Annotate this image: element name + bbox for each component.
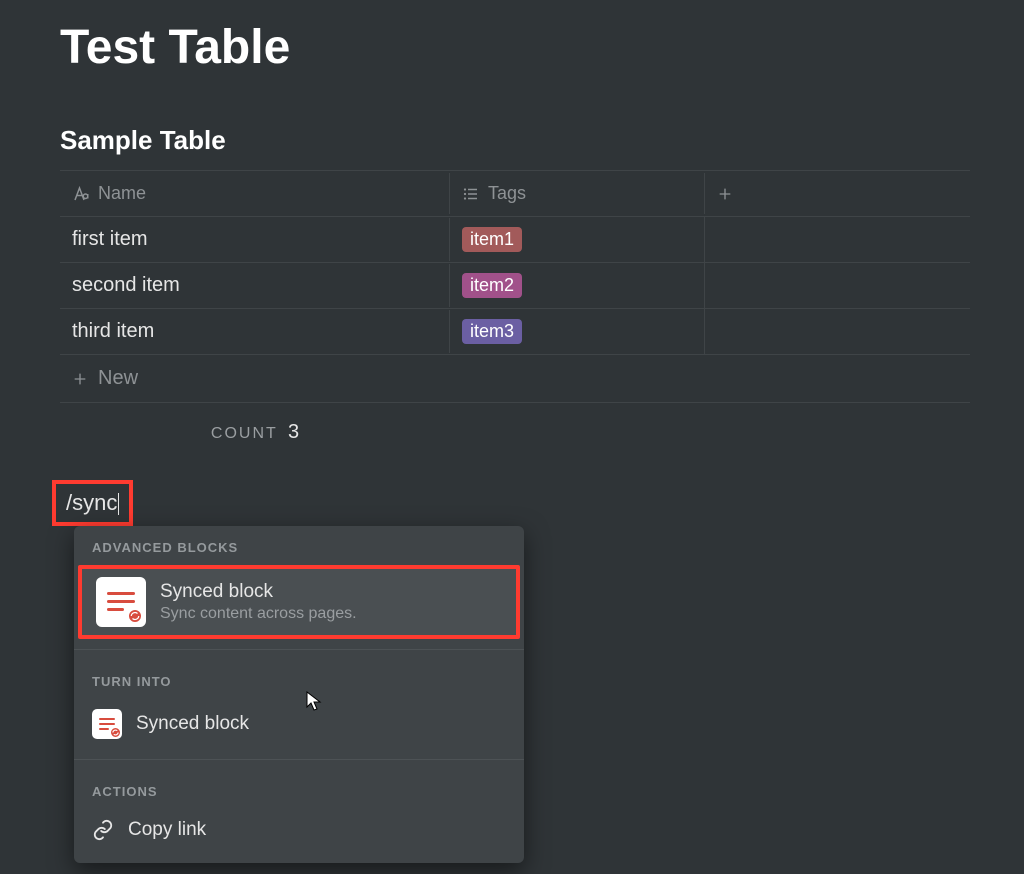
text-caret [118, 493, 119, 515]
popup-item-turn-into-synced-block[interactable]: Synced block [74, 699, 524, 749]
slash-command-popup: ADVANCED BLOCKS Synced block Sync conten… [74, 526, 524, 863]
column-tags-label: Tags [488, 183, 526, 204]
cell-name[interactable]: third item [60, 310, 450, 353]
cell-tags[interactable]: item3 [450, 309, 705, 354]
new-row-button[interactable]: New [60, 355, 970, 403]
sync-badge-icon [127, 608, 143, 624]
page-title: Test Table [60, 20, 964, 75]
divider [74, 759, 524, 760]
synced-block-icon [96, 577, 146, 627]
table-row[interactable]: second item item2 [60, 263, 970, 309]
synced-block-icon [92, 709, 122, 739]
plus-icon [717, 186, 733, 202]
cell-empty [705, 322, 970, 342]
tag-badge: item3 [462, 319, 522, 344]
plus-icon [72, 371, 88, 387]
cell-name[interactable]: second item [60, 264, 450, 307]
text-property-icon [72, 185, 90, 203]
table-row[interactable]: first item item1 [60, 217, 970, 263]
popup-item-copy-link[interactable]: Copy link [74, 809, 524, 851]
cell-empty [705, 230, 970, 250]
divider [74, 649, 524, 650]
tag-badge: item1 [462, 227, 522, 252]
count-summary[interactable]: COUNT 3 [60, 403, 450, 444]
add-column-button[interactable] [705, 176, 970, 212]
popup-section-turn-into: TURN INTO [74, 660, 524, 699]
slash-input-text: /sync [66, 490, 117, 515]
cell-name[interactable]: first item [60, 218, 450, 261]
link-icon [92, 819, 114, 841]
count-label: COUNT [211, 425, 278, 442]
tag-badge: item2 [462, 273, 522, 298]
cell-tags[interactable]: item1 [450, 217, 705, 262]
sync-badge-icon [110, 727, 121, 738]
multiselect-property-icon [462, 185, 480, 203]
column-name-label: Name [98, 183, 146, 204]
popup-item-desc: Sync content across pages. [160, 605, 357, 623]
popup-section-advanced: ADVANCED BLOCKS [74, 526, 524, 565]
cell-tags[interactable]: item2 [450, 263, 705, 308]
popup-item-title: Synced block [136, 713, 249, 735]
column-header-name[interactable]: Name [60, 173, 450, 214]
table-row[interactable]: third item item3 [60, 309, 970, 355]
slash-command-input[interactable]: /sync [52, 480, 133, 526]
new-row-label: New [98, 367, 138, 390]
popup-section-actions: ACTIONS [74, 770, 524, 809]
database-table: Name Tags first item item1 [60, 170, 970, 444]
count-value: 3 [288, 421, 299, 443]
popup-item-synced-block[interactable]: Synced block Sync content across pages. [78, 565, 520, 639]
table-header-row: Name Tags [60, 171, 970, 217]
column-header-tags[interactable]: Tags [450, 173, 705, 214]
table-title[interactable]: Sample Table [60, 125, 964, 156]
popup-item-title: Copy link [128, 819, 206, 841]
cell-empty [705, 276, 970, 296]
popup-item-title: Synced block [160, 581, 357, 603]
